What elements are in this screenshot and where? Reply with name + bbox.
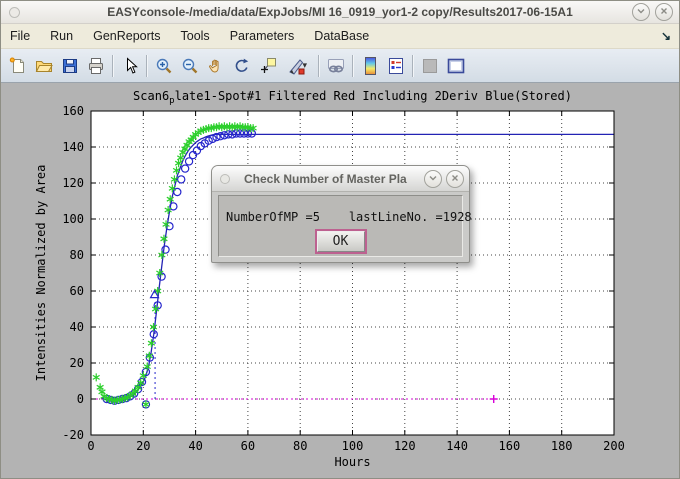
y-tick-label: 0 [77,392,84,406]
x-tick-label: 120 [394,439,416,453]
menu-parameters[interactable]: Parameters [220,25,305,48]
legend-icon [386,56,406,76]
x-tick-label: 200 [603,439,625,453]
y-tick-label: 60 [70,284,84,298]
toolbar-separator [412,55,414,77]
pointer-tool-button[interactable] [117,53,143,79]
x-tick-label: 160 [499,439,521,453]
dialog-title: Check Number of Master Pla [244,172,424,186]
toolbar-separator [112,55,114,77]
close-icon [657,4,671,18]
zoom-in-button[interactable] [151,53,177,79]
y-tick-label: 80 [70,248,84,262]
x-tick-label: 40 [188,439,202,453]
pan-tool-button[interactable] [203,53,229,79]
print-icon [86,56,106,76]
x-axis-label: Hours [334,455,370,469]
toolbar-separator [352,55,354,77]
chevron-down-icon [634,4,648,18]
zoom-out-button[interactable] [177,53,203,79]
ok-button[interactable]: OK [317,231,365,252]
x-tick-label: 0 [87,439,94,453]
window-minimize-button[interactable] [632,3,650,21]
menu-file[interactable]: File [1,25,40,48]
print-button[interactable] [83,53,109,79]
insert-legend-button[interactable] [383,53,409,79]
insert-colorbar-button[interactable] [357,53,383,79]
menu-genreports[interactable]: GenReports [83,25,170,48]
x-tick-label: 80 [293,439,307,453]
figure-canvas: 020406080100120140160180200-200204060801… [1,83,679,478]
dock-figure-icon[interactable]: ↘ [661,29,671,43]
menubar: File Run GenReports Tools Parameters Dat… [1,24,679,49]
x-tick-label: 180 [551,439,573,453]
toolbar-separator [318,55,320,77]
dialog-titlebar[interactable]: Check Number of Master Pla [212,166,469,192]
link-plots-icon [326,56,346,76]
pointer-icon [120,56,140,76]
dialog-message: NumberOfMP =5 lastLineNo. =1928 [226,210,462,224]
save-button[interactable] [57,53,83,79]
x-tick-label: 20 [136,439,150,453]
x-tick-label: 60 [241,439,255,453]
hide-plot-tools-button[interactable] [417,53,443,79]
open-file-button[interactable] [31,53,57,79]
chevron-down-icon[interactable]: ▾ [303,60,311,71]
dialog-close-button[interactable] [446,170,464,188]
open-folder-icon [34,56,54,76]
dialog-body: NumberOfMP =5 lastLineNo. =1928 OK [218,195,463,257]
axes-plot[interactable]: 020406080100120140160180200-200204060801… [1,83,679,479]
colorbar-icon [365,57,376,75]
menu-run[interactable]: Run [40,25,83,48]
rotate-3d-icon [232,56,252,76]
new-file-icon [8,56,28,76]
y-tick-label: 120 [62,176,84,190]
show-plot-tools-button[interactable] [443,53,469,79]
hide-plot-tools-icon [423,59,437,73]
brush-data-button[interactable]: ▾ [281,53,315,79]
menu-tools[interactable]: Tools [171,25,220,48]
y-tick-label: -20 [62,428,84,442]
close-icon [448,171,462,185]
show-plot-tools-icon [446,56,466,76]
x-tick-label: 140 [446,439,468,453]
figure-toolbar: ▾ [1,49,679,83]
chevron-down-icon [426,171,440,185]
new-file-button[interactable] [5,53,31,79]
y-tick-label: 20 [70,356,84,370]
link-plots-button[interactable] [323,53,349,79]
y-axis-label: Intensities Normalized by Area [34,165,48,382]
y-tick-label: 160 [62,104,84,118]
data-cursor-button[interactable] [255,53,281,79]
menu-database[interactable]: DataBase [304,25,379,48]
save-icon [60,56,80,76]
window-close-button[interactable] [655,3,673,21]
y-tick-label: 40 [70,320,84,334]
x-tick-label: 100 [342,439,364,453]
zoom-in-icon [154,56,174,76]
chart-title: Scan6plate1-Spot#1 Filtered Red Includin… [133,89,572,106]
pan-hand-icon [206,56,226,76]
toolbar-separator [146,55,148,77]
y-tick-label: 140 [62,140,84,154]
window-titlebar[interactable]: EASYconsole-/media/data/ExpJobs/MI 16_09… [1,1,679,24]
y-tick-label: 100 [62,212,84,226]
data-cursor-icon [258,56,278,76]
zoom-out-icon [180,56,200,76]
check-master-plates-dialog: Check Number of Master Pla NumberOfMP =5… [211,165,470,263]
dialog-minimize-button[interactable] [424,170,442,188]
rotate-3d-button[interactable] [229,53,255,79]
easyconsole-window: EASYconsole-/media/data/ExpJobs/MI 16_09… [0,0,680,479]
window-title: EASYconsole-/media/data/ExpJobs/MI 16_09… [1,5,679,19]
dialog-menu-icon[interactable] [220,174,230,184]
